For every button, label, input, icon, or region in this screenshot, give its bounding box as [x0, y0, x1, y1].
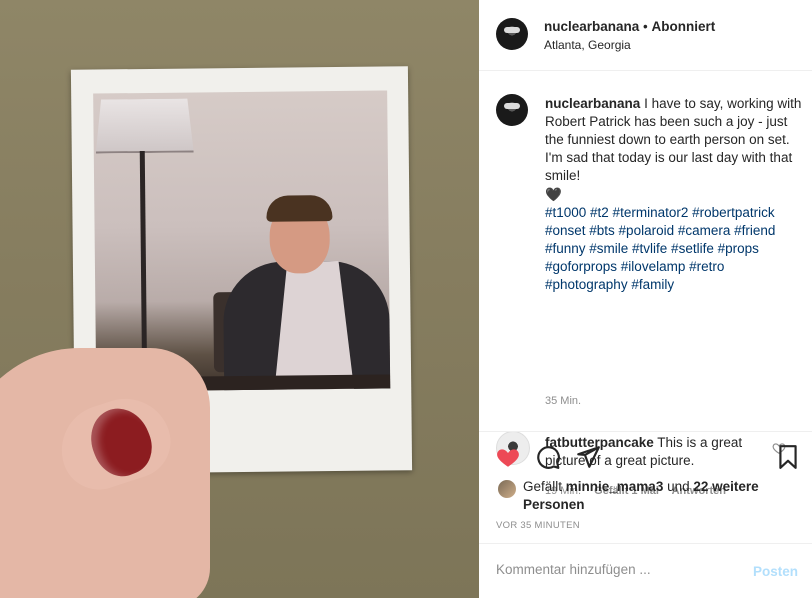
follow-status[interactable]: Abonniert	[652, 19, 716, 34]
location-link[interactable]: Atlanta, Georgia	[544, 38, 631, 52]
comment-input[interactable]	[496, 562, 736, 577]
caption: nuclearbanana I have to say, working wit…	[545, 95, 805, 294]
post-button[interactable]: Posten	[753, 564, 798, 579]
avatar[interactable]	[496, 18, 528, 50]
likes-prefix: Gefällt	[523, 479, 566, 494]
caption-avatar[interactable]	[496, 94, 528, 126]
person-hair	[266, 195, 333, 222]
post-header: nuclearbanana • Abonniert Atlanta, Georg…	[479, 0, 812, 71]
action-bar	[479, 431, 812, 476]
caption-username[interactable]: nuclearbanana	[545, 96, 640, 111]
comment-icon[interactable]	[535, 444, 561, 470]
header-username[interactable]: nuclearbanana	[544, 19, 639, 34]
post-side-panel: nuclearbanana • Abonniert Atlanta, Georg…	[479, 0, 812, 598]
share-icon[interactable]	[575, 444, 601, 470]
like-heart-icon[interactable]	[495, 444, 521, 470]
save-bookmark-icon[interactable]	[775, 444, 801, 470]
header-user-line: nuclearbanana • Abonniert	[544, 19, 715, 34]
black-heart-icon: 🖤	[545, 187, 562, 202]
caption-hashtags[interactable]: #t1000 #t2 #terminator2 #robertpatrick #…	[545, 204, 805, 294]
header-separator: •	[639, 19, 652, 34]
liker-avatar[interactable]	[498, 480, 516, 498]
polaroid-image	[93, 90, 391, 392]
comments-section: nuclearbanana I have to say, working wit…	[479, 71, 812, 497]
comment-box: Posten	[479, 543, 812, 599]
likes-summary: Gefällt minnie_mama3 und 22 weitere Pers…	[523, 478, 783, 514]
post-photo[interactable]	[0, 0, 479, 598]
caption-time[interactable]: 35 Min.	[545, 395, 581, 407]
post-timestamp[interactable]: VOR 35 MINUTEN	[496, 520, 580, 531]
likes-middle: und	[663, 479, 694, 494]
liker-username[interactable]: minnie_mama3	[566, 479, 664, 494]
lamp-shade	[95, 98, 194, 153]
